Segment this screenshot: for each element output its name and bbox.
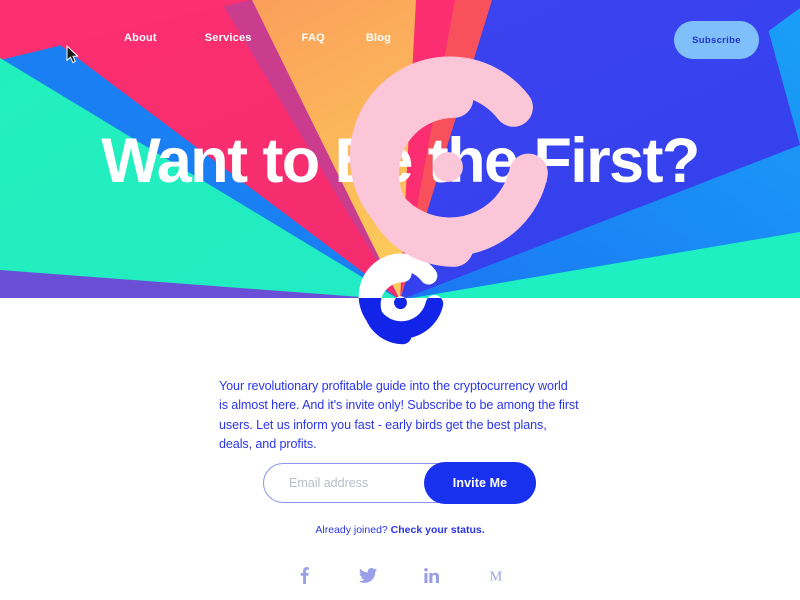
svg-text:M: M [490,569,503,583]
check-status-link[interactable]: Check your status. [391,524,485,536]
linkedin-icon[interactable] [420,564,444,586]
invite-me-button[interactable]: Invite Me [424,462,536,504]
intro-paragraph: Your revolutionary profitable guide into… [219,379,579,452]
spiral-g-logo-icon[interactable] [48,18,548,267]
nav-link-about[interactable]: About [124,32,157,44]
already-joined-label: Already joined? [315,524,391,536]
hero-sunburst-background: About Services FAQ Blog Subscribe Want t… [0,0,800,298]
primary-nav: About Services FAQ Blog [124,32,391,44]
landing-page: About Services FAQ Blog Subscribe Want t… [0,0,800,600]
nav-link-blog[interactable]: Blog [366,32,391,44]
email-signup-form: Invite Me [263,462,536,504]
nav-link-faq[interactable]: FAQ [302,32,325,44]
already-joined-row: Already joined? Check your status. [0,524,800,536]
subscribe-button[interactable]: Subscribe [674,21,759,59]
twitter-icon[interactable] [356,564,380,586]
medium-icon[interactable]: M [484,564,508,586]
nav-link-services[interactable]: Services [205,32,252,44]
facebook-icon[interactable] [292,564,316,586]
site-header: About Services FAQ Blog Subscribe [0,0,800,267]
social-links: M [0,564,800,586]
